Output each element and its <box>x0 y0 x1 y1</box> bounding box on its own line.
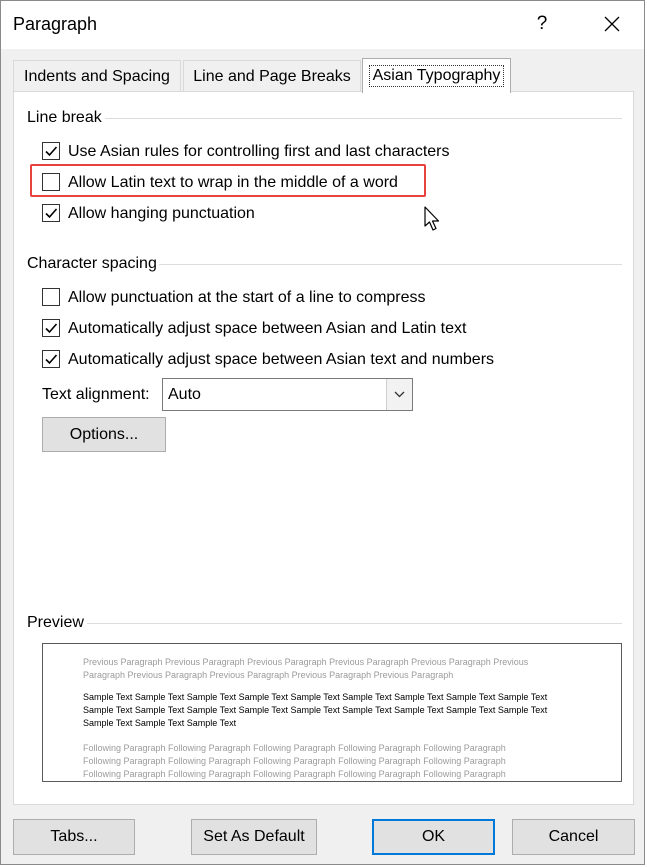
checkbox-label: Allow Latin text to wrap in the middle o… <box>68 174 398 191</box>
preview-box: Previous Paragraph Previous Paragraph Pr… <box>42 643 622 782</box>
tab-label: Indents and Spacing <box>24 68 170 85</box>
preview-line: Previous Paragraph Previous Paragraph Pr… <box>83 657 529 667</box>
preview-following-paragraph: Following Paragraph Following Paragraph … <box>83 742 563 781</box>
checkbox-label: Allow punctuation at the start of a line… <box>68 289 426 306</box>
paragraph-dialog: Paragraph ? Indents and Spacing Line and… <box>0 0 645 865</box>
tab-asian-typography[interactable]: Asian Typography <box>362 58 511 93</box>
checkmark-icon <box>45 354 58 365</box>
preview-line: Sample Text Sample Text Sample Text Samp… <box>83 705 548 715</box>
preview-line: Sample Text Sample Text Sample Text <box>83 718 237 728</box>
checkbox-box <box>42 288 60 306</box>
cancel-button[interactable]: Cancel <box>512 819 635 855</box>
checkbox-box <box>42 319 60 337</box>
preview-line: Following Paragraph Following Paragraph … <box>83 756 506 766</box>
tab-label: Line and Page Breaks <box>193 68 351 85</box>
preview-previous-paragraph: Previous Paragraph Previous Paragraph Pr… <box>83 656 563 682</box>
text-alignment-dropdown[interactable]: Auto <box>162 378 413 411</box>
checkmark-icon <box>45 146 58 157</box>
group-divider <box>159 264 622 265</box>
checkbox-box <box>42 350 60 368</box>
checkbox-label: Automatically adjust space between Asian… <box>68 351 495 368</box>
ok-button[interactable]: OK <box>372 819 495 855</box>
close-button[interactable] <box>597 7 627 41</box>
checkbox-box <box>42 204 60 222</box>
tab-label: Asian Typography <box>368 65 505 87</box>
checkmark-icon <box>45 323 58 334</box>
checkbox-label: Use Asian rules for controlling first an… <box>68 143 450 160</box>
set-as-default-button[interactable]: Set As Default <box>191 819 317 855</box>
group-divider <box>87 623 622 624</box>
checkbox-box <box>42 173 60 191</box>
text-alignment-value: Auto <box>168 386 201 403</box>
tab-indents-and-spacing[interactable]: Indents and Spacing <box>13 60 181 91</box>
preview-sample-text: Sample Text Sample Text Sample Text Samp… <box>83 691 563 730</box>
window-title: Paragraph <box>13 14 98 34</box>
preview-line: Following Paragraph Following Paragraph … <box>83 743 506 753</box>
preview-line: Sample Text Sample Text Sample Text Samp… <box>83 692 548 702</box>
chevron-down-icon <box>394 391 405 398</box>
preview-line: Following Paragraph Following Paragraph … <box>83 769 506 779</box>
group-divider <box>105 118 622 119</box>
preview-line: Paragraph Previous Paragraph Previous Pa… <box>83 670 454 680</box>
tab-line-and-page-breaks[interactable]: Line and Page Breaks <box>183 60 361 91</box>
mouse-pointer-icon <box>424 206 440 231</box>
line-break-heading: Line break <box>27 109 102 126</box>
help-button[interactable]: ? <box>527 7 557 41</box>
checkbox-box <box>42 142 60 160</box>
checkbox-label: Allow hanging punctuation <box>68 205 255 222</box>
character-spacing-heading: Character spacing <box>27 255 157 272</box>
checkmark-icon <box>45 208 58 219</box>
text-alignment-label: Text alignment: <box>42 386 150 403</box>
checkbox-label: Automatically adjust space between Asian… <box>68 320 467 337</box>
tabs-button[interactable]: Tabs... <box>13 819 135 855</box>
dropdown-arrow[interactable] <box>386 379 412 410</box>
title-bar: Paragraph ? <box>1 1 644 49</box>
close-icon <box>604 16 620 32</box>
preview-heading: Preview <box>27 614 84 631</box>
options-button[interactable]: Options... <box>42 417 166 452</box>
